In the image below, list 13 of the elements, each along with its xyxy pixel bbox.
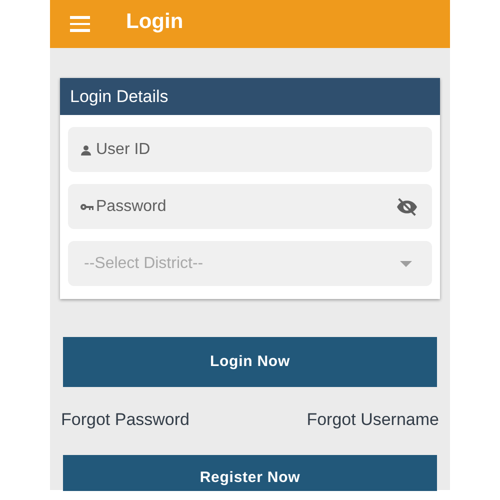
app-bar-title: Login: [126, 9, 184, 36]
input-field[interactable]: User ID: [68, 127, 432, 172]
forgot-link[interactable]: Forgot Password: [61, 407, 190, 432]
dropdown-caret-icon: [400, 260, 412, 266]
input-field[interactable]: Password: [68, 184, 432, 229]
eye-off-icon[interactable]: [396, 196, 418, 216]
person-icon: [80, 144, 92, 156]
forgot-link[interactable]: Forgot Username: [306, 407, 439, 432]
login-button[interactable]: Login Now: [63, 337, 437, 387]
register-button[interactable]: Register Now: [63, 454, 437, 490]
district-dropdown[interactable]: --Select District--: [68, 241, 432, 286]
key-icon: [80, 202, 94, 210]
card-title: Login Details: [70, 86, 168, 108]
